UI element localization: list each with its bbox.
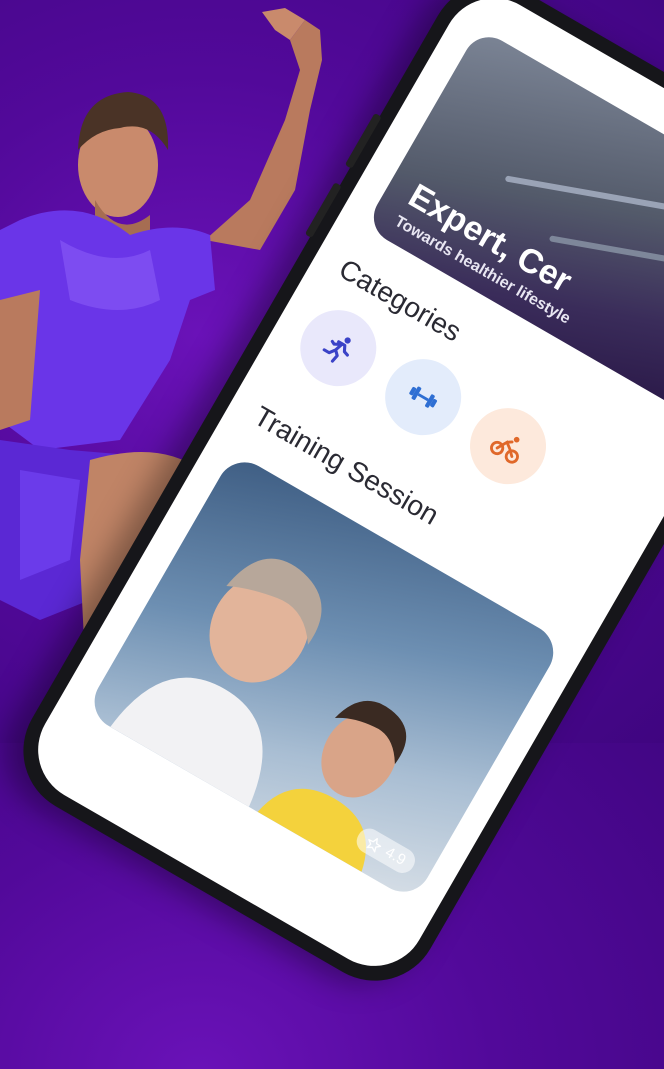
rating-value: 4.9	[382, 843, 409, 869]
category-strength[interactable]	[371, 345, 476, 450]
cycling-icon	[490, 436, 520, 464]
running-icon	[322, 337, 351, 363]
training-photo	[110, 558, 407, 872]
star-icon	[366, 837, 382, 853]
training-session-card[interactable]: 4.9	[84, 452, 564, 902]
category-running[interactable]	[286, 296, 391, 401]
gym-equipment	[504, 175, 664, 227]
category-cycling[interactable]	[456, 394, 560, 499]
dumbbell-icon	[409, 386, 438, 408]
